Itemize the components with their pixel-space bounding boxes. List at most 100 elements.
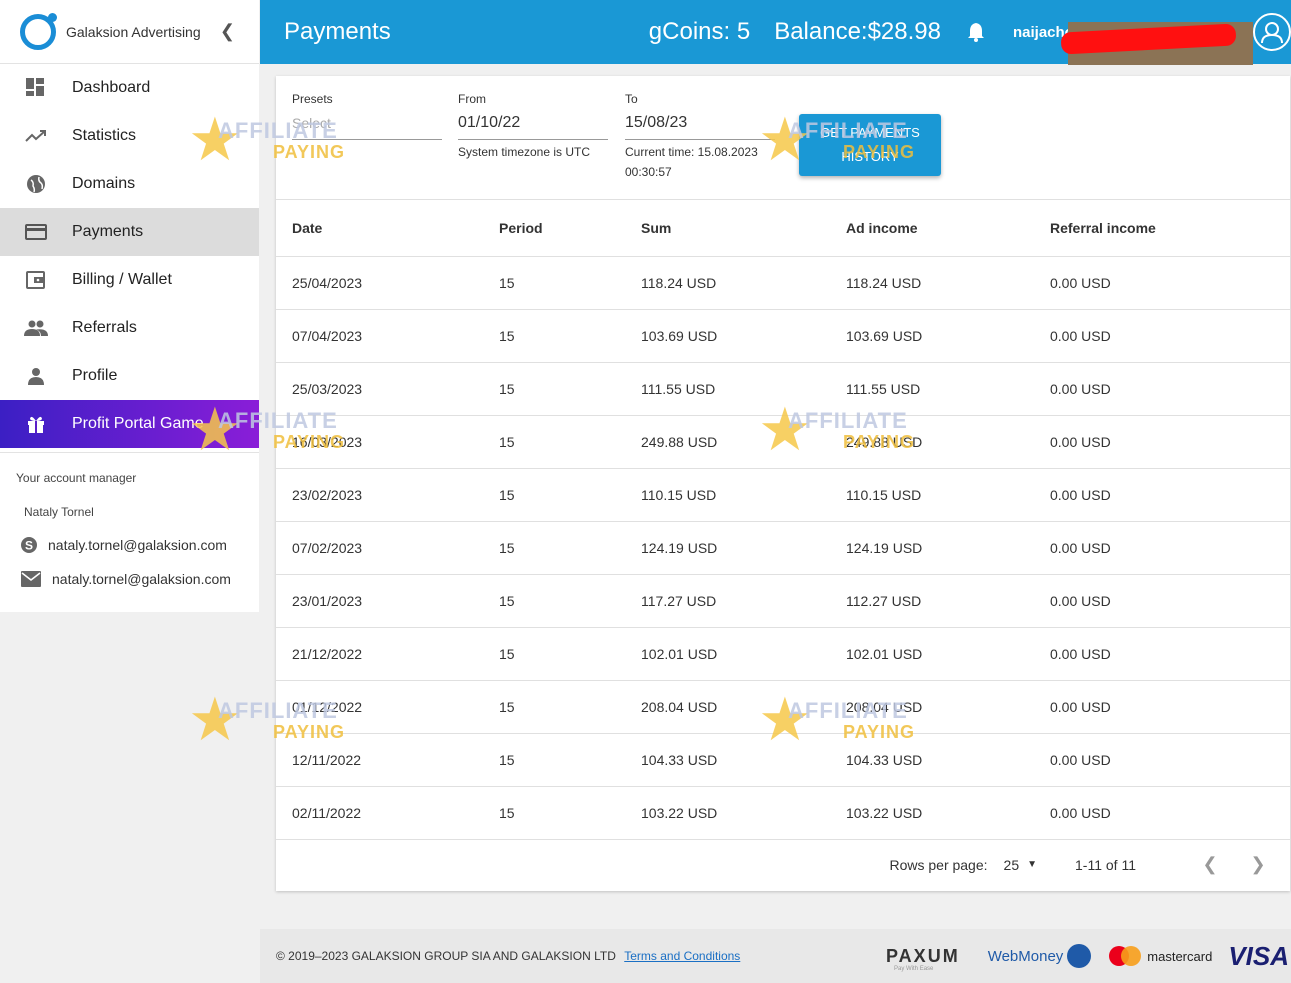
username[interactable]: naijacho — [1013, 10, 1253, 65]
payment-logos: PAXUM Pay With Ease WebMoney mastercard … — [886, 929, 1291, 983]
timezone-hint: System timezone is UTC — [458, 145, 591, 159]
cell-sum: 117.27 USD — [641, 574, 846, 628]
table-row: 25/04/2023 15 118.24 USD 118.24 USD 0.00 USD — [276, 256, 1290, 310]
cell-ad-income: 103.69 USD — [846, 309, 1050, 363]
table-row: 23/02/2023 15 110.15 USD 110.15 USD 0.00 USD — [276, 468, 1290, 522]
presets-label: Presets — [292, 92, 333, 106]
col-period[interactable]: Period — [499, 200, 641, 257]
nav-billing-wallet[interactable]: Billing / Wallet — [0, 256, 259, 304]
nav-referrals[interactable]: Referrals — [0, 304, 259, 352]
mastercard-logo: mastercard — [1109, 946, 1212, 966]
terms-link[interactable]: Terms and Conditions — [624, 949, 740, 963]
dashboard-icon — [24, 76, 48, 100]
visa-logo: VISA — [1228, 940, 1289, 971]
nav-label: Billing / Wallet — [72, 271, 172, 288]
cell-sum: 249.88 USD — [641, 415, 846, 469]
cell-sum: 103.69 USD — [641, 309, 846, 363]
col-ad-income[interactable]: Ad income — [846, 200, 1050, 257]
cell-date: 25/03/2023 — [276, 362, 499, 416]
cell-date: 07/04/2023 — [276, 309, 499, 363]
current-time-hint: Current time: 15.08.2023 00:30:57 — [625, 142, 758, 182]
col-date[interactable]: Date — [276, 200, 499, 257]
cell-referral-income: 0.00 USD — [1050, 680, 1290, 734]
table-row: 02/11/2022 15 103.22 USD 103.22 USD 0.00 USD — [276, 786, 1290, 840]
star-icon: ★ — [188, 686, 242, 753]
nav-payments[interactable]: Payments — [0, 208, 259, 256]
presets-select[interactable]: Select — [292, 115, 331, 131]
filter-bar: Presets Select From 01/10/22 System time… — [276, 76, 1290, 200]
nav-profit-portal-game[interactable]: Profit Portal Game — [0, 400, 259, 448]
cell-ad-income: 249.88 USD — [846, 415, 1050, 469]
table-header-row: Date Period Sum Ad income Referral incom… — [276, 200, 1290, 257]
cell-sum: 111.55 USD — [641, 362, 846, 416]
cell-date: 02/11/2022 — [276, 786, 499, 840]
cell-ad-income: 124.19 USD — [846, 521, 1050, 575]
cell-ad-income: 111.55 USD — [846, 362, 1050, 416]
footer: © 2019–2023 GALAKSION GROUP SIA AND GALA… — [260, 929, 1291, 983]
webmoney-logo: WebMoney — [988, 944, 1092, 968]
manager-skype[interactable]: S nataly.tornel@galaksion.com — [0, 535, 259, 555]
from-date-input[interactable]: 01/10/22 — [458, 114, 520, 132]
mastercard-orange-circle — [1121, 946, 1142, 966]
col-referral-income[interactable]: Referral income — [1050, 200, 1290, 257]
globe-icon — [24, 172, 48, 196]
manager-email[interactable]: nataly.tornel@galaksion.com — [0, 569, 259, 589]
paxum-logo-text: PAXUM — [886, 945, 960, 966]
cell-sum: 104.33 USD — [641, 733, 846, 787]
cell-period: 15 — [499, 256, 641, 310]
table-row: 25/03/2023 15 111.55 USD 111.55 USD 0.00 USD — [276, 362, 1290, 416]
payments-card: Presets Select From 01/10/22 System time… — [276, 76, 1290, 891]
skype-icon: S — [18, 535, 40, 555]
nav-profile[interactable]: Profile — [0, 352, 259, 400]
rows-per-page-label: Rows per page: — [889, 856, 988, 873]
cell-period: 15 — [499, 309, 641, 363]
wallet-icon — [24, 268, 48, 292]
cell-date: 23/01/2023 — [276, 574, 499, 628]
brand-name: Galaksion Advertising — [66, 23, 201, 40]
payments-table: Date Period Sum Ad income Referral incom… — [276, 200, 1290, 840]
webmoney-logo-text: WebMoney — [987, 947, 1064, 965]
trending-up-icon — [24, 124, 48, 148]
galaksion-logo-icon — [20, 12, 57, 50]
mastercard-logo-text: mastercard — [1147, 948, 1213, 964]
cell-ad-income: 103.22 USD — [846, 786, 1050, 840]
manager-title: Your account manager — [16, 471, 137, 485]
cell-ad-income: 208.04 USD — [846, 680, 1050, 734]
top-bar: Payments gCoins: 5 Balance:$28.98 naijac… — [260, 0, 1291, 65]
sidebar: Galaksion Advertising ❮ Dashboard Statis… — [0, 0, 259, 612]
nav-label: Profit Portal Game — [72, 415, 204, 432]
to-label: To — [625, 92, 638, 106]
cell-ad-income: 112.27 USD — [846, 574, 1050, 628]
presets-underline — [292, 139, 442, 140]
cell-date: 23/02/2023 — [276, 468, 499, 522]
nav-label: Referrals — [72, 319, 137, 336]
nav-dashboard[interactable]: Dashboard — [0, 64, 259, 112]
cell-date: 12/11/2022 — [276, 733, 499, 787]
nav-domains[interactable]: Domains — [0, 160, 259, 208]
nav-label: Dashboard — [72, 79, 151, 96]
from-underline — [458, 139, 608, 140]
paxum-logo: PAXUM Pay With Ease — [886, 945, 960, 972]
col-sum[interactable]: Sum — [641, 200, 846, 257]
current-time-date: Current time: 15.08.2023 — [625, 145, 758, 159]
brand-bar: Galaksion Advertising ❮ — [0, 0, 259, 64]
to-date-input[interactable]: 15/08/23 — [625, 114, 687, 132]
avatar-icon[interactable] — [1253, 13, 1291, 51]
cell-referral-income: 0.00 USD — [1050, 733, 1290, 787]
nav-label: Domains — [72, 175, 136, 192]
cell-sum: 124.19 USD — [641, 521, 846, 575]
table-row: 12/11/2022 15 104.33 USD 104.33 USD 0.00 USD — [276, 733, 1290, 787]
table-row: 21/12/2022 15 102.01 USD 102.01 USD 0.00 USD — [276, 627, 1290, 681]
cell-date: 25/04/2023 — [276, 256, 499, 310]
bell-icon[interactable] — [967, 22, 987, 42]
manager-email-text: nataly.tornel@galaksion.com — [52, 571, 231, 587]
cell-referral-income: 0.00 USD — [1050, 574, 1290, 628]
get-payments-history-button[interactable]: GET PAYMENTS HISTORY — [799, 114, 941, 176]
chevron-left-icon[interactable]: ❮ — [1198, 854, 1222, 875]
rows-per-page-select[interactable]: 25 ▼ — [1004, 857, 1037, 873]
chevron-left-icon[interactable]: ❮ — [220, 21, 235, 42]
chevron-right-icon[interactable]: ❯ — [1246, 854, 1270, 875]
page-range: 1-11 of 11 — [1075, 856, 1136, 873]
nav-statistics[interactable]: Statistics — [0, 112, 259, 160]
person-icon — [24, 364, 48, 388]
